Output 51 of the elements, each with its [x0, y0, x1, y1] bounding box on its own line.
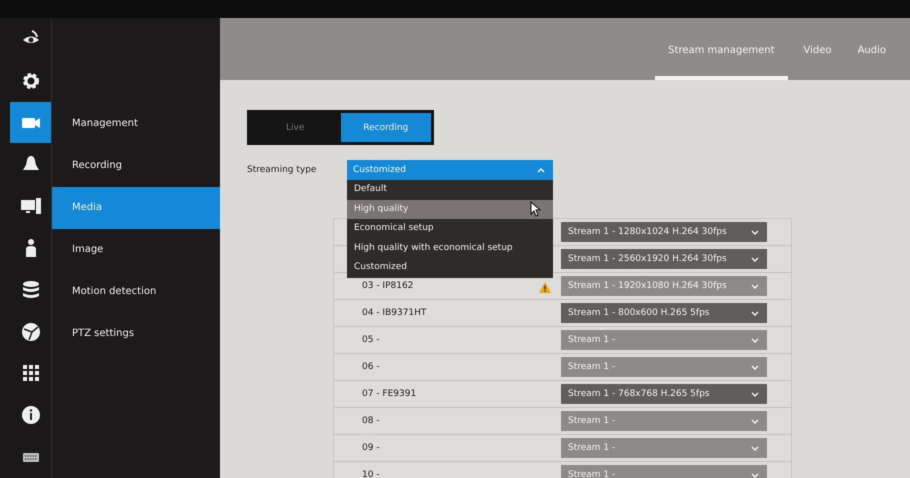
submenu-item[interactable]: Management: [52, 103, 220, 145]
stream-select[interactable]: Stream 1 - 2560x1920 H.264 30fps: [561, 249, 767, 269]
dropdown-option[interactable]: Economical setup: [347, 219, 553, 238]
channel-name: 07 - FE9391: [362, 389, 418, 399]
stream-select: Stream 1 -: [561, 357, 767, 377]
dropdown-option[interactable]: Default: [347, 180, 553, 200]
caret-icon: [751, 392, 759, 396]
streaming-type-dropdown[interactable]: Customized: [347, 160, 553, 180]
caret-icon: [751, 284, 759, 288]
stream-select[interactable]: Stream 1 - 800x600 H.265 5fps: [561, 303, 767, 323]
caret-icon: [751, 472, 759, 478]
stream-select: Stream 1 -: [561, 438, 767, 458]
caret-icon: [751, 256, 759, 262]
stream-select: Stream 1 - 1920x1080 H.264 30fps: [561, 276, 767, 296]
channel-name: 10 -: [362, 470, 381, 478]
stream-select: Stream 1 -: [561, 330, 767, 350]
tab[interactable]: Audio: [848, 45, 896, 80]
globe-icon: [20, 320, 42, 343]
tab[interactable]: Video: [794, 45, 842, 80]
stream-select: Stream 1 -: [561, 465, 767, 478]
submenu-item[interactable]: Media: [52, 187, 220, 229]
channel-name: 09 -: [362, 443, 381, 453]
channel-name: 08 -: [362, 416, 381, 426]
caret-icon: [751, 446, 759, 450]
stream-select[interactable]: Stream 1 - 1280x1024 H.264 30fps: [561, 222, 767, 242]
stream-select: Stream 1 -: [561, 411, 767, 431]
caret-icon: [751, 230, 759, 234]
caret-icon: [537, 168, 545, 172]
channel-name: 03 - IP8162: [362, 281, 414, 291]
info-icon: [20, 404, 42, 426]
submenu-item[interactable]: Recording: [52, 145, 220, 187]
caret-icon: [751, 418, 759, 424]
dropdown-option[interactable]: High quality: [347, 200, 553, 219]
caret-icon: [751, 310, 759, 316]
caret-icon: [751, 364, 759, 370]
field-label: Streaming type: [247, 164, 318, 177]
mode-button[interactable]: Live: [250, 113, 340, 142]
channel-name: 05 -: [362, 335, 381, 345]
tab[interactable]: Stream management: [655, 45, 788, 80]
mode-button[interactable]: Recording: [340, 113, 431, 142]
submenu-item[interactable]: Motion detection: [52, 271, 220, 313]
dropdown-option[interactable]: Customized: [347, 258, 553, 278]
channel-name: 06 -: [362, 362, 381, 372]
sidebar-icon-button[interactable]: [10, 102, 51, 144]
dropdown-option[interactable]: High quality with economical setup: [347, 238, 553, 258]
cursor-icon: [530, 201, 541, 217]
submenu-item[interactable]: PTZ settings: [52, 313, 220, 355]
channel-name: 04 - IB9371HT: [362, 308, 428, 318]
stream-select[interactable]: Stream 1 - 768x768 H.265 5fps: [561, 384, 767, 404]
submenu-item[interactable]: Image: [52, 229, 220, 271]
caret-icon: [751, 338, 759, 342]
